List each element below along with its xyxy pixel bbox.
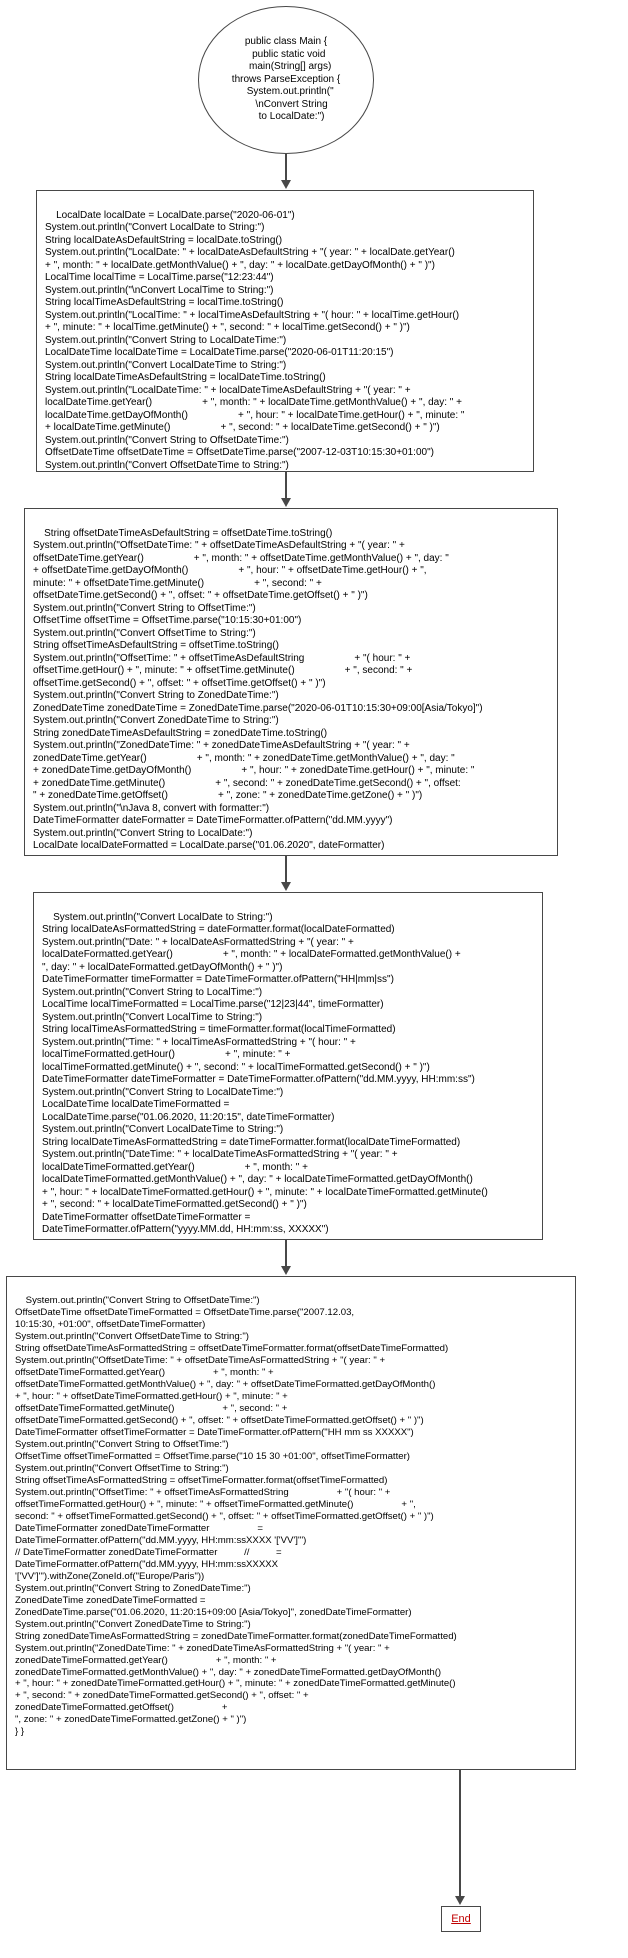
arrowhead-box3-box4 — [281, 1266, 291, 1275]
edge-box1-box2 — [285, 472, 287, 498]
code-box-1-text: LocalDate localDate = LocalDate.parse("2… — [45, 210, 464, 471]
edge-start-box1 — [285, 154, 287, 180]
code-box-4-text: System.out.println("Convert String to Of… — [15, 1295, 457, 1737]
code-box-2-text: String offsetDateTimeAsDefaultString = o… — [33, 528, 483, 852]
arrowhead-box2-box3 — [281, 882, 291, 891]
arrowhead-start-box1 — [281, 180, 291, 189]
edge-box2-box3 — [285, 856, 287, 882]
end-node-label: End — [451, 1913, 471, 1925]
code-box-1: LocalDate localDate = LocalDate.parse("2… — [36, 190, 534, 472]
arrowhead-box1-box2 — [281, 498, 291, 507]
edge-box4-end — [459, 1770, 461, 1896]
code-box-4: System.out.println("Convert String to Of… — [6, 1276, 576, 1770]
start-node: public class Main { public static void m… — [198, 6, 374, 154]
flowchart-canvas: public class Main { public static void m… — [0, 0, 628, 1958]
arrowhead-box4-end — [455, 1896, 465, 1905]
edge-box3-box4 — [285, 1240, 287, 1266]
end-node: End — [441, 1906, 481, 1932]
code-box-3: System.out.println("Convert LocalDate to… — [33, 892, 543, 1240]
code-box-2: String offsetDateTimeAsDefaultString = o… — [24, 508, 558, 856]
start-node-text: public class Main { public static void m… — [226, 36, 346, 124]
code-box-3-text: System.out.println("Convert LocalDate to… — [42, 912, 488, 1236]
